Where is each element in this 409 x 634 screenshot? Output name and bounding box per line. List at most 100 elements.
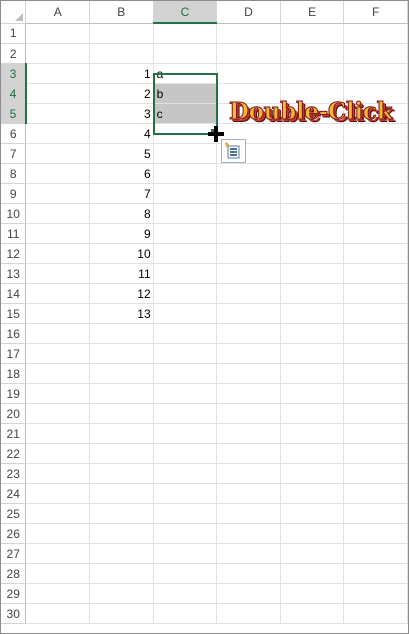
cell-f29[interactable] <box>343 583 408 604</box>
cell-c27[interactable] <box>153 543 218 564</box>
cell-a20[interactable] <box>25 403 90 424</box>
cell-a26[interactable] <box>25 523 90 544</box>
cell-a16[interactable] <box>25 323 90 344</box>
cell-d28[interactable] <box>216 563 281 584</box>
cell-a13[interactable] <box>25 263 90 284</box>
row-header[interactable]: 29 <box>1 583 27 604</box>
cell-e26[interactable] <box>280 523 345 544</box>
row-header[interactable]: 30 <box>1 603 27 624</box>
cell-f1[interactable] <box>343 23 408 44</box>
cell-f21[interactable] <box>343 423 408 444</box>
cell-d27[interactable] <box>216 543 281 564</box>
cell-a29[interactable] <box>25 583 90 604</box>
cell-e17[interactable] <box>280 343 345 364</box>
row-header[interactable]: 6 <box>1 123 27 144</box>
cell-b19[interactable] <box>89 383 154 404</box>
row-header[interactable]: 28 <box>1 563 27 584</box>
cell-b18[interactable] <box>89 363 154 384</box>
cell-d2[interactable] <box>216 43 281 64</box>
cell-f6[interactable] <box>343 123 408 144</box>
cell-a24[interactable] <box>25 483 90 504</box>
row-header[interactable]: 13 <box>1 263 27 284</box>
cell-c13[interactable] <box>153 263 218 284</box>
cell-b10[interactable]: 8 <box>89 203 154 224</box>
cell-e12[interactable] <box>280 243 345 264</box>
auto-fill-options-button[interactable] <box>221 139 246 163</box>
cell-f30[interactable] <box>343 603 408 624</box>
cell-d29[interactable] <box>216 583 281 604</box>
cell-d13[interactable] <box>216 263 281 284</box>
cell-f10[interactable] <box>343 203 408 224</box>
cell-c2[interactable] <box>153 43 218 64</box>
row-header[interactable]: 9 <box>1 183 27 204</box>
row-header[interactable]: 8 <box>1 163 27 184</box>
cell-e21[interactable] <box>280 423 345 444</box>
cell-c4[interactable]: b <box>153 83 218 104</box>
cell-c1[interactable] <box>153 23 218 44</box>
cell-d8[interactable] <box>216 163 281 184</box>
cell-c17[interactable] <box>153 343 218 364</box>
cell-f2[interactable] <box>343 43 408 64</box>
cell-d14[interactable] <box>216 283 281 304</box>
cell-f19[interactable] <box>343 383 408 404</box>
cell-c29[interactable] <box>153 583 218 604</box>
cell-d26[interactable] <box>216 523 281 544</box>
cell-c28[interactable] <box>153 563 218 584</box>
cell-b14[interactable]: 12 <box>89 283 154 304</box>
row-header[interactable]: 24 <box>1 483 27 504</box>
cell-b21[interactable] <box>89 423 154 444</box>
cell-f25[interactable] <box>343 503 408 524</box>
cell-f22[interactable] <box>343 443 408 464</box>
cell-e23[interactable] <box>280 463 345 484</box>
cell-b27[interactable] <box>89 543 154 564</box>
cell-d22[interactable] <box>216 443 281 464</box>
cell-e14[interactable] <box>280 283 345 304</box>
cell-e8[interactable] <box>280 163 345 184</box>
column-header-d[interactable]: D <box>216 1 281 24</box>
cell-a17[interactable] <box>25 343 90 364</box>
cell-d30[interactable] <box>216 603 281 624</box>
row-header[interactable]: 23 <box>1 463 27 484</box>
cell-b25[interactable] <box>89 503 154 524</box>
row-header[interactable]: 1 <box>1 23 27 44</box>
row-header[interactable]: 11 <box>1 223 27 244</box>
cell-c16[interactable] <box>153 323 218 344</box>
row-header[interactable]: 22 <box>1 443 27 464</box>
cell-a27[interactable] <box>25 543 90 564</box>
cell-d25[interactable] <box>216 503 281 524</box>
cell-d18[interactable] <box>216 363 281 384</box>
cell-f15[interactable] <box>343 303 408 324</box>
row-header[interactable]: 14 <box>1 283 27 304</box>
cell-d21[interactable] <box>216 423 281 444</box>
cell-d24[interactable] <box>216 483 281 504</box>
row-header[interactable]: 10 <box>1 203 27 224</box>
cell-a15[interactable] <box>25 303 90 324</box>
cell-b9[interactable]: 7 <box>89 183 154 204</box>
cell-b1[interactable] <box>89 23 154 44</box>
cell-a6[interactable] <box>25 123 90 144</box>
cell-c19[interactable] <box>153 383 218 404</box>
select-all-button[interactable] <box>1 1 27 24</box>
cell-b11[interactable]: 9 <box>89 223 154 244</box>
row-header[interactable]: 5 <box>1 103 27 124</box>
row-header[interactable]: 26 <box>1 523 27 544</box>
cell-c14[interactable] <box>153 283 218 304</box>
cell-f27[interactable] <box>343 543 408 564</box>
cell-a30[interactable] <box>25 603 90 624</box>
cell-a3[interactable] <box>25 63 90 84</box>
cell-d9[interactable] <box>216 183 281 204</box>
cell-d11[interactable] <box>216 223 281 244</box>
cell-e27[interactable] <box>280 543 345 564</box>
row-header[interactable]: 20 <box>1 403 27 424</box>
cell-a7[interactable] <box>25 143 90 164</box>
cell-b6[interactable]: 4 <box>89 123 154 144</box>
cell-a4[interactable] <box>25 83 90 104</box>
column-header-c[interactable]: C <box>153 1 218 24</box>
cell-a10[interactable] <box>25 203 90 224</box>
cell-c30[interactable] <box>153 603 218 624</box>
row-header[interactable]: 27 <box>1 543 27 564</box>
cell-a12[interactable] <box>25 243 90 264</box>
row-header[interactable]: 2 <box>1 43 27 64</box>
cell-e16[interactable] <box>280 323 345 344</box>
cell-a11[interactable] <box>25 223 90 244</box>
